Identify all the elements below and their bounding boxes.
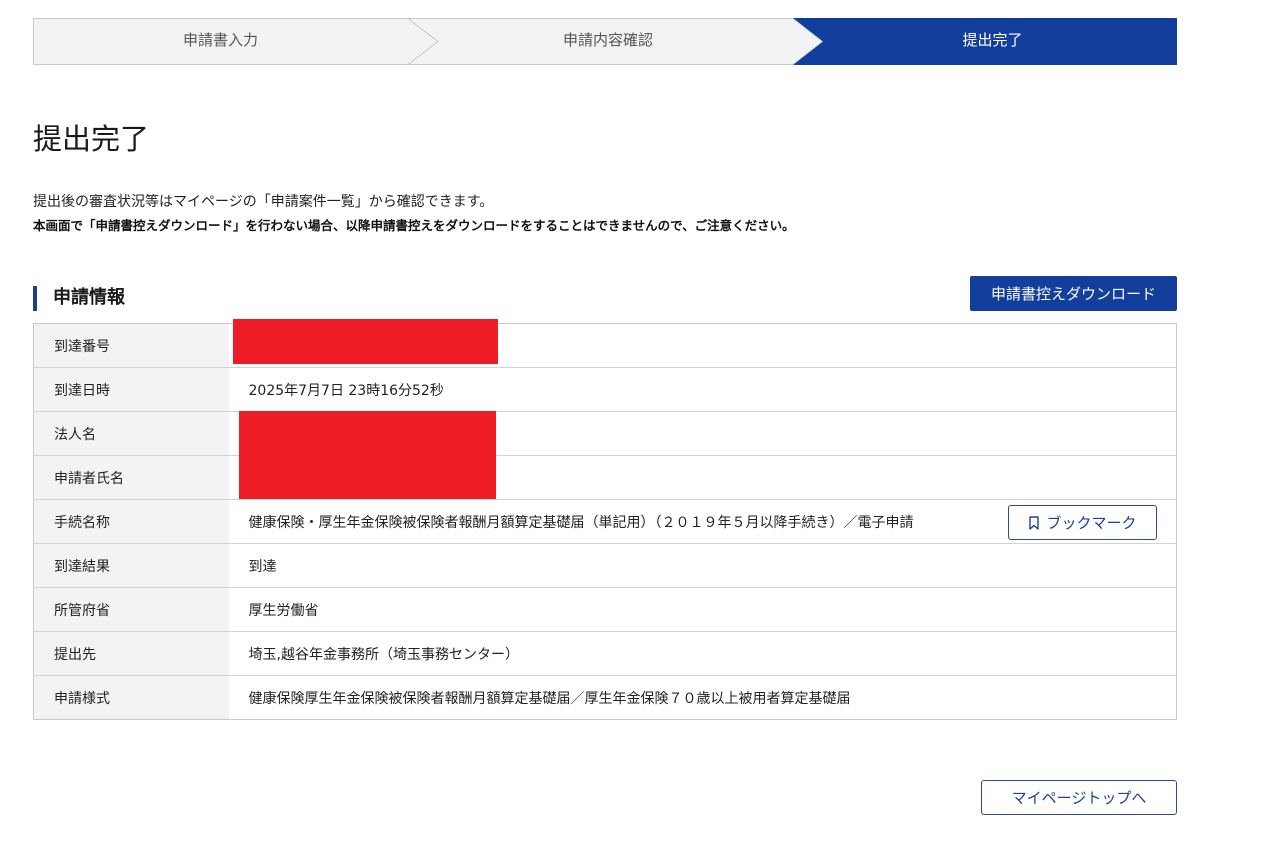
application-info-table: 到達番号 到達日時 2025年7月7日 23時16分52秒 法人名 申請者氏名 … [33, 323, 1177, 720]
row-value-arrival-result: 到達 [228, 543, 1177, 588]
bookmark-button[interactable]: ブックマーク [1008, 505, 1157, 540]
row-label: 提出先 [33, 631, 229, 676]
row-value-ministry: 厚生労働省 [228, 587, 1177, 632]
mypage-top-button[interactable]: マイページトップへ [981, 780, 1177, 815]
info-message: 提出後の審査状況等はマイページの「申請案件一覧」から確認できます。 [33, 194, 494, 210]
table-row: 法人名 [33, 411, 1177, 456]
row-value-procedure-name: 健康保険・厚生年金保険被保険者報酬月額算定基礎届（単記用）（２０１９年５月以降手… [228, 499, 1177, 544]
table-row: 到達日時 2025年7月7日 23時16分52秒 [33, 367, 1177, 412]
row-value-application-form: 健康保険厚生年金保険被保険者報酬月額算定基礎届／厚生年金保険７０歳以上被用者算定… [248, 690, 851, 707]
step-1-label: 申請書入力 [182, 31, 258, 49]
redaction-box [233, 319, 498, 364]
table-row: 提出先 埼玉,越谷年金事務所（埼玉事務センター） [33, 631, 1177, 676]
row-label: 到達結果 [33, 543, 229, 588]
table-row: 申請様式 健康保険厚生年金保険被保険者報酬月額算定基礎届／厚生年金保険７０歳以上… [33, 675, 1177, 720]
row-label: 法人名 [33, 411, 229, 456]
redaction-box [239, 411, 496, 499]
progress-steps: 申請書入力 申請内容確認 提出完了 [33, 18, 1177, 65]
bookmark-icon [1029, 515, 1040, 530]
row-value-arrival-datetime: 2025年7月7日 23時16分52秒 [228, 367, 1177, 412]
step-3-label: 提出完了 [962, 31, 1023, 49]
table-row: 所管府省 厚生労働省 [33, 587, 1177, 632]
row-label: 所管府省 [33, 587, 229, 632]
step-2-label: 申請内容確認 [562, 31, 653, 49]
table-row: 手続名称 健康保険・厚生年金保険被保険者報酬月額算定基礎届（単記用）（２０１９年… [33, 499, 1177, 544]
bookmark-label: ブックマーク [1046, 514, 1137, 532]
row-value-submission-destination: 埼玉,越谷年金事務所（埼玉事務センター） [228, 631, 1177, 676]
row-label: 到達番号 [33, 323, 229, 368]
row-label: 申請様式 [33, 675, 229, 720]
table-row: 申請者氏名 [33, 455, 1177, 500]
page-title: 提出完了 [33, 122, 150, 156]
warning-message: 本画面で「申請書控えダウンロード」を行わない場合、以降申請書控えをダウンロードを… [33, 218, 795, 233]
row-label: 申請者氏名 [33, 455, 229, 500]
table-row: 到達番号 [33, 323, 1177, 368]
row-label: 手続名称 [33, 499, 229, 544]
section-title: 申請情報 [33, 286, 125, 311]
row-label: 到達日時 [33, 367, 229, 412]
table-row: 到達結果 到達 [33, 543, 1177, 588]
download-copy-button[interactable]: 申請書控えダウンロード [970, 276, 1177, 311]
